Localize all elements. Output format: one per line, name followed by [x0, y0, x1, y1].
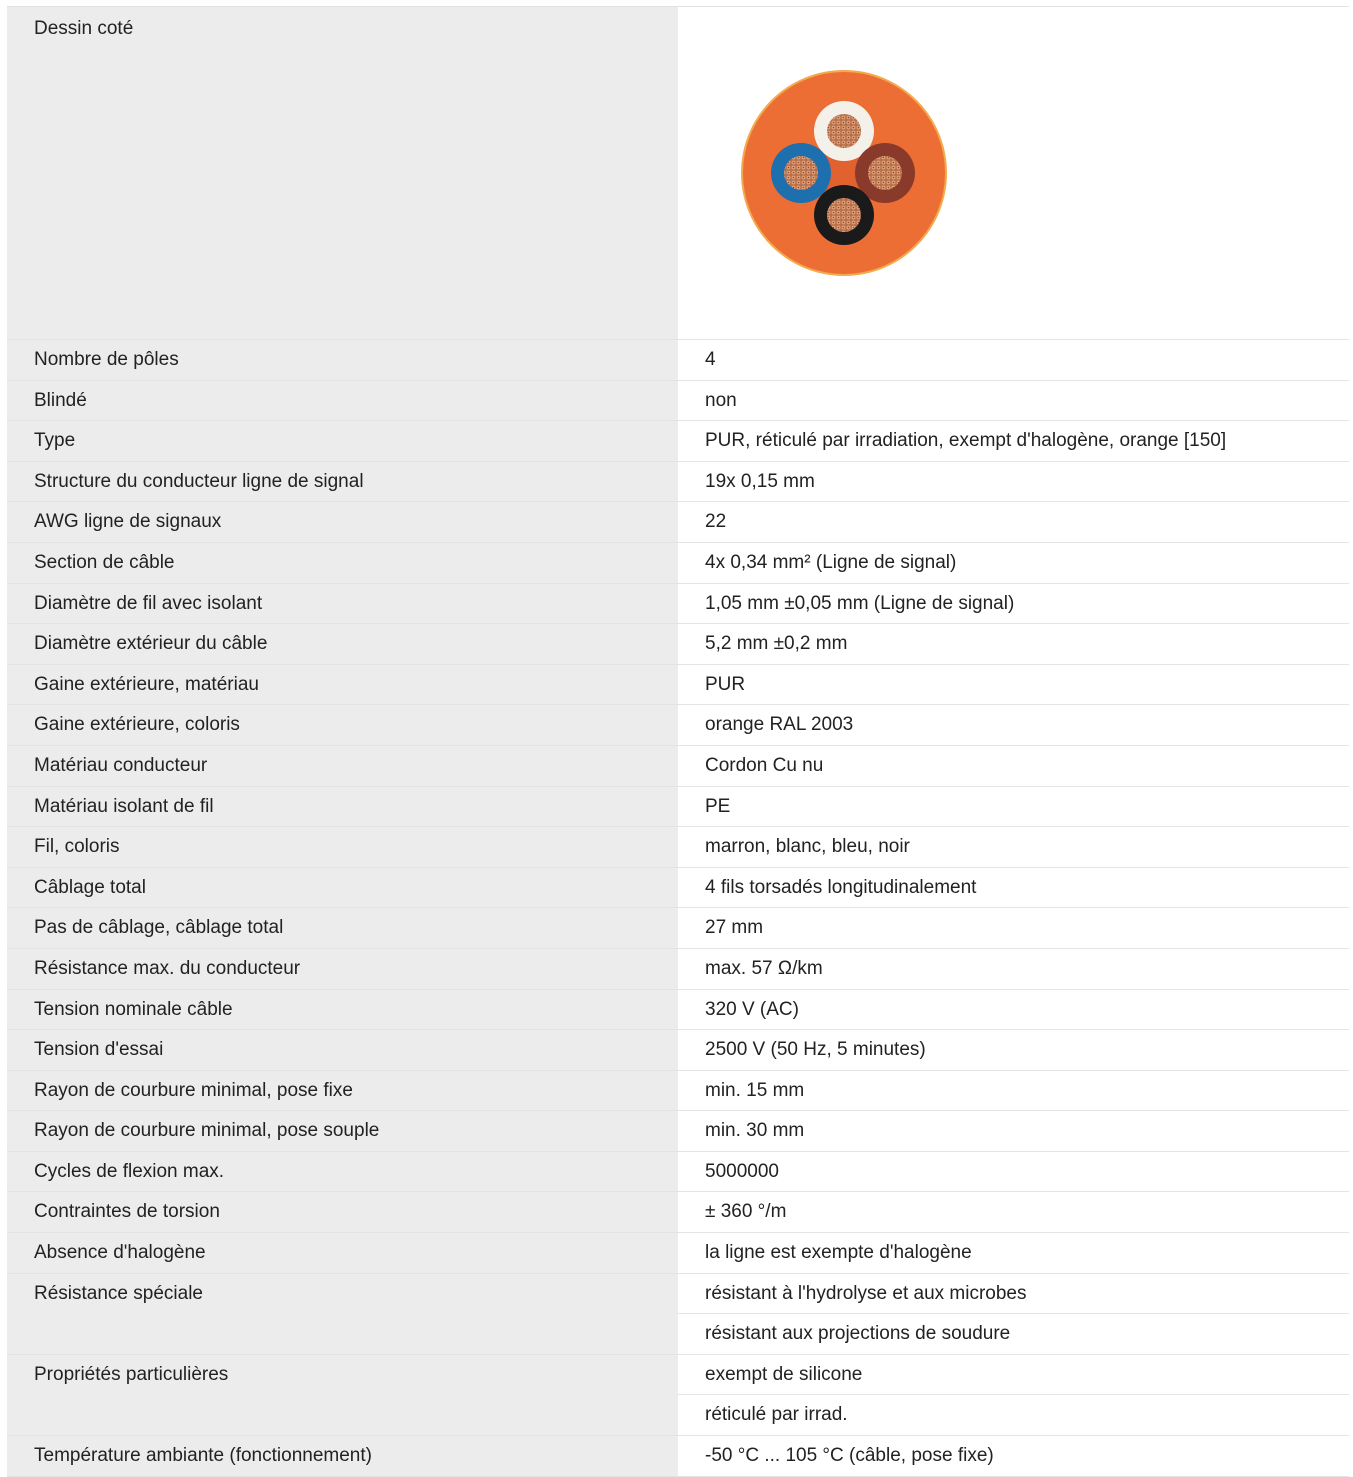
spec-value: 4 — [678, 340, 1349, 381]
spec-label: Cycles de flexion max. — [7, 1151, 678, 1193]
spec-value: PUR, réticulé par irradiation, exempt d'… — [678, 421, 1349, 462]
spec-value: ± 360 °/m — [678, 1192, 1349, 1234]
spec-table: Dessin coté Nombre de pôles 4 Blindé non… — [7, 6, 1349, 1477]
spec-label: Résistance spéciale — [7, 1273, 678, 1315]
spec-row: Absence d'halogène la ligne est exempte d… — [7, 1233, 1349, 1274]
spec-label: Diamètre extérieur du câble — [7, 624, 678, 665]
spec-value: -50 °C ... 105 °C (câble, pose fixe) — [678, 1436, 1349, 1477]
spec-row: Fil, coloris marron, blanc, bleu, noir — [7, 827, 1349, 868]
spec-value: 19x 0,15 mm — [678, 462, 1349, 503]
spec-label: Fil, coloris — [7, 827, 678, 868]
spec-row: Gaine extérieure, coloris orange RAL 2003 — [7, 705, 1349, 746]
cable-cross-section-image — [741, 70, 947, 276]
spec-value: min. 15 mm — [678, 1071, 1349, 1112]
spec-label: Section de câble — [7, 542, 678, 584]
spec-row: Diamètre extérieur du câble 5,2 mm ±0,2 m… — [7, 624, 1349, 665]
spec-value: marron, blanc, bleu, noir — [678, 827, 1349, 868]
spec-value: orange RAL 2003 — [678, 705, 1349, 746]
spec-label: Contraintes de torsion — [7, 1192, 678, 1234]
spec-label: Propriétés particulières — [7, 1354, 678, 1396]
spec-row: Température ambiante (fonctionnement) -50… — [7, 1436, 1349, 1477]
spec-value: Cordon Cu nu — [678, 746, 1349, 787]
spec-row: Section de câble 4x 0,34 mm² (Ligne de si… — [7, 542, 1349, 584]
spec-value: réticulé par irrad. — [678, 1395, 1349, 1437]
spec-label: Câblage total — [7, 867, 678, 909]
spec-value: exempt de silicone — [678, 1355, 1349, 1396]
spec-label — [7, 1395, 678, 1437]
spec-value: 5,2 mm ±0,2 mm — [678, 624, 1349, 665]
spec-row: Propriétés particulières exempt de silico… — [7, 1354, 1349, 1396]
spec-row: résistant aux projections de soudure — [7, 1314, 1349, 1355]
spec-row: Diamètre de fil avec isolant 1,05 mm ±0,0… — [7, 583, 1349, 625]
spec-row: Type PUR, réticulé par irradiation, exemp… — [7, 421, 1349, 462]
spec-label: Tension d'essai — [7, 1030, 678, 1071]
spec-label: Structure du conducteur ligne de signal — [7, 461, 678, 503]
drawing-row: Dessin coté — [7, 7, 1349, 340]
spec-row: Résistance spéciale résistant à l'hydroly… — [7, 1273, 1349, 1315]
spec-value: min. 30 mm — [678, 1111, 1349, 1152]
drawing-label: Dessin coté — [7, 7, 678, 340]
spec-row: Tension d'essai 2500 V (50 Hz, 5 minutes) — [7, 1030, 1349, 1071]
spec-value: PE — [678, 787, 1349, 828]
spec-value: la ligne est exempte d'halogène — [678, 1233, 1349, 1274]
spec-label: Diamètre de fil avec isolant — [7, 583, 678, 625]
spec-label: Résistance max. du conducteur — [7, 948, 678, 990]
spec-label: Rayon de courbure minimal, pose fixe — [7, 1070, 678, 1112]
spec-label: Tension nominale câble — [7, 989, 678, 1031]
spec-label — [7, 1314, 678, 1355]
spec-label: Pas de câblage, câblage total — [7, 908, 678, 949]
spec-value: 2500 V (50 Hz, 5 minutes) — [678, 1030, 1349, 1071]
spec-label: Matériau conducteur — [7, 745, 678, 787]
spec-value: 27 mm — [678, 908, 1349, 949]
spec-row: Pas de câblage, câblage total 27 mm — [7, 908, 1349, 949]
spec-value: 22 — [678, 502, 1349, 543]
spec-label: Gaine extérieure, matériau — [7, 664, 678, 706]
spec-value: PUR — [678, 665, 1349, 706]
spec-label: Absence d'halogène — [7, 1233, 678, 1274]
spec-row: Rayon de courbure minimal, pose fixe min.… — [7, 1070, 1349, 1112]
spec-value: 4x 0,34 mm² (Ligne de signal) — [678, 543, 1349, 584]
spec-value: résistant à l'hydrolyse et aux microbes — [678, 1274, 1349, 1315]
spec-value: non — [678, 381, 1349, 422]
spec-label: Rayon de courbure minimal, pose souple — [7, 1111, 678, 1152]
spec-row: Rayon de courbure minimal, pose souple mi… — [7, 1111, 1349, 1152]
spec-row: Gaine extérieure, matériau PUR — [7, 664, 1349, 706]
spec-row: Structure du conducteur ligne de signal 1… — [7, 461, 1349, 503]
spec-label: Gaine extérieure, coloris — [7, 705, 678, 746]
spec-row: Contraintes de torsion ± 360 °/m — [7, 1192, 1349, 1234]
spec-row: réticulé par irrad. — [7, 1395, 1349, 1437]
spec-row: AWG ligne de signaux 22 — [7, 502, 1349, 543]
drawing-cell — [678, 7, 1349, 340]
spec-label: Nombre de pôles — [7, 340, 678, 381]
spec-label: Matériau isolant de fil — [7, 786, 678, 828]
spec-row: Matériau conducteur Cordon Cu nu — [7, 745, 1349, 787]
spec-label: Type — [7, 421, 678, 462]
spec-value: 5000000 — [678, 1152, 1349, 1193]
spec-value: résistant aux projections de soudure — [678, 1314, 1349, 1355]
spec-value: 1,05 mm ±0,05 mm (Ligne de signal) — [678, 584, 1349, 625]
spec-row: Tension nominale câble 320 V (AC) — [7, 989, 1349, 1031]
spec-row: Blindé non — [7, 380, 1349, 422]
spec-value: 4 fils torsadés longitudinalement — [678, 868, 1349, 909]
spec-value: max. 57 Ω/km — [678, 949, 1349, 990]
spec-row: Nombre de pôles 4 — [7, 340, 1349, 381]
spec-label: Température ambiante (fonctionnement) — [7, 1436, 678, 1477]
spec-row: Câblage total 4 fils torsadés longitudina… — [7, 867, 1349, 909]
spec-row: Résistance max. du conducteur max. 57 Ω/k… — [7, 948, 1349, 990]
spec-label: Blindé — [7, 380, 678, 422]
spec-label: AWG ligne de signaux — [7, 502, 678, 543]
spec-value: 320 V (AC) — [678, 990, 1349, 1031]
spec-row: Cycles de flexion max. 5000000 — [7, 1151, 1349, 1193]
spec-row: Matériau isolant de fil PE — [7, 786, 1349, 828]
